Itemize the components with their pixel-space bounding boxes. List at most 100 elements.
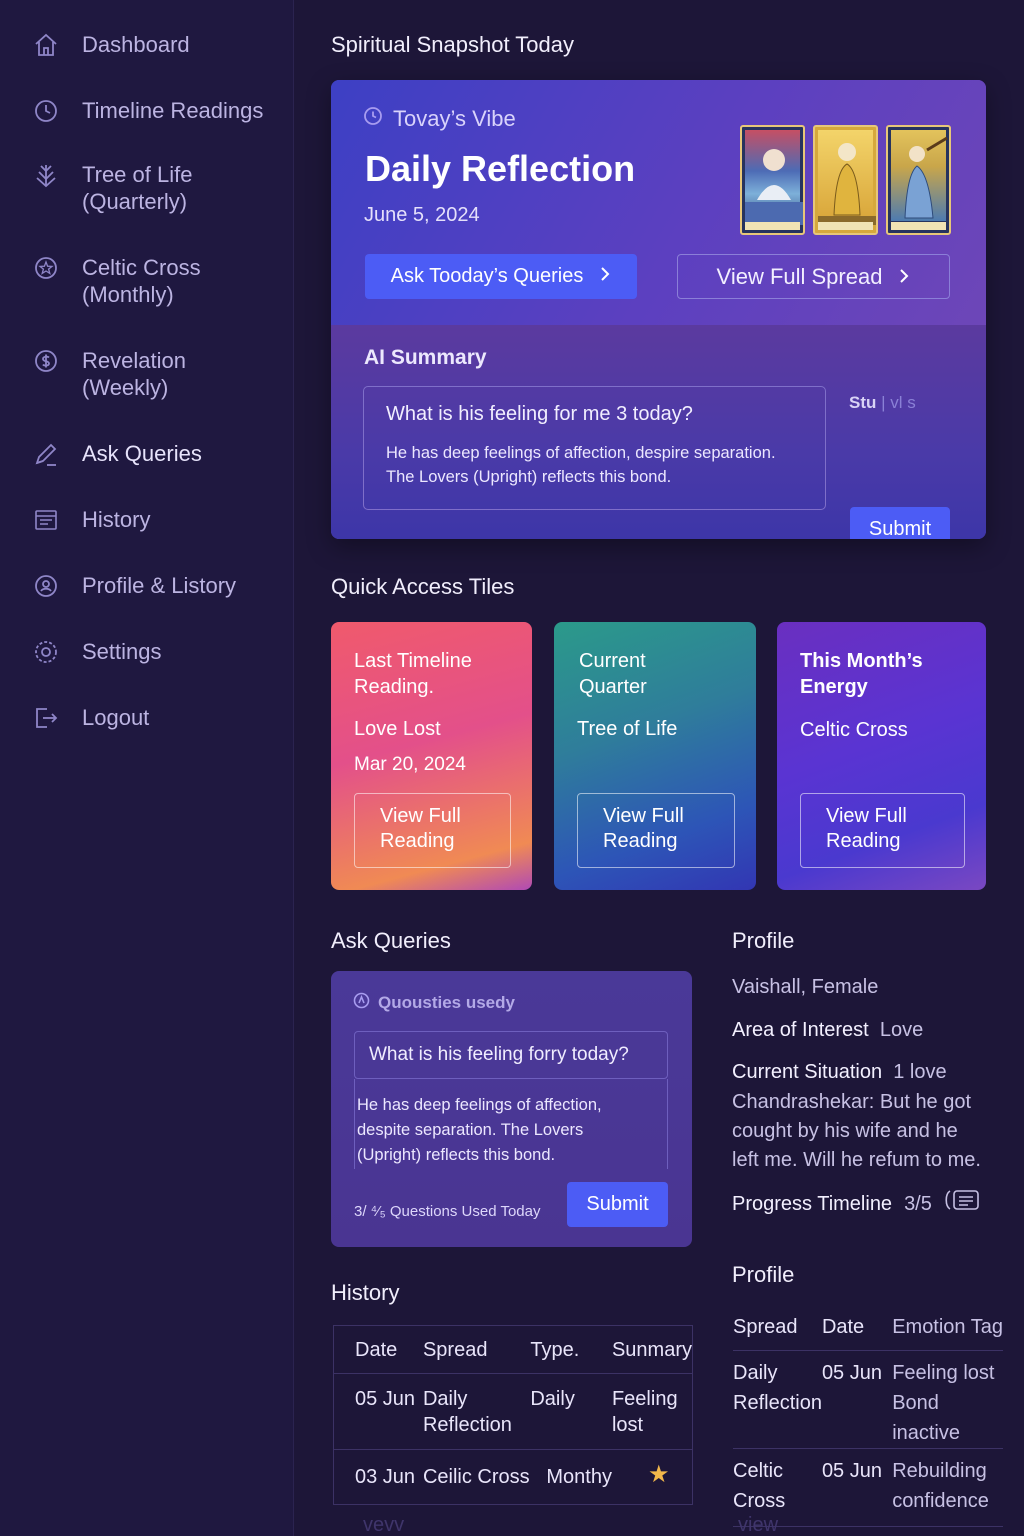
cell-date: 05 Jun: [355, 1388, 416, 1410]
column-header: Emotion Tag: [892, 1316, 1003, 1338]
chevron-right-icon: [599, 265, 611, 288]
profile-interest: Area of Interest Love: [732, 1016, 923, 1045]
status-text: Stu | vl s: [849, 393, 916, 413]
query-input[interactable]: What is his feeling forry today?: [354, 1031, 668, 1079]
tarot-card[interactable]: [740, 125, 805, 235]
snapshot-section-title: Spiritual Snapshot Today: [331, 32, 574, 57]
sidebar-item-tree-of-life[interactable]: Tree of Life (Quarterly): [32, 161, 192, 215]
star-circle-icon: [32, 254, 60, 282]
submit-button[interactable]: Submit: [850, 507, 950, 539]
submit-label: Submit: [868, 517, 932, 540]
column-header: Spread: [422, 1339, 488, 1361]
cell-spread: Daily Reflection: [422, 1388, 512, 1436]
tiles-section-title: Quick Access Tiles: [331, 574, 515, 599]
column-header: Spread: [733, 1316, 798, 1338]
tarot-cards: [740, 125, 951, 235]
submit-query-button[interactable]: Submit: [567, 1182, 668, 1227]
tile-this-months-energy[interactable]: This Month’s Energy Celtic Cross View Fu…: [777, 622, 986, 890]
question-text: What is his feeling for me 3 today?: [386, 403, 693, 425]
view-full-spread-button[interactable]: View Full Spread: [677, 254, 950, 299]
sidebar-item-label: Tree of Life (Quarterly): [82, 162, 193, 214]
cell-summary: Feeling lost: [611, 1388, 678, 1436]
profile-table-title: Profile: [732, 1262, 795, 1287]
sidebar-item-settings[interactable]: Settings: [32, 638, 162, 666]
main-content: Spiritual Snapshot Today Tovay’s Vibe Da…: [294, 0, 1024, 1536]
questions-used-count: 3/ ⁴⁄₅ Questions Used Today: [354, 1203, 541, 1220]
profile-spread-table: Spread Date Emotion Tag Daily Reflection…: [733, 1310, 1003, 1527]
tile-title: This Month’s Energy: [800, 650, 923, 698]
sidebar-item-celtic-cross[interactable]: Celtic Cross (Monthly): [32, 254, 201, 308]
cell-type: Daily: [530, 1388, 575, 1410]
ai-summary-title: AI Summary: [364, 346, 487, 369]
cell-emotion-tag: Rebuilding confidence: [892, 1459, 989, 1512]
pencil-icon: [32, 440, 60, 468]
status-text-b: | vl s: [881, 393, 916, 412]
hero-header: Tovay’s Vibe Daily Reflection June 5, 20…: [331, 80, 986, 325]
tile-title: Current Quarter: [579, 650, 647, 698]
ai-summary-box: What is his feeling for me 3 today? He h…: [363, 386, 826, 510]
tile-current-quarter[interactable]: Current Quarter Tree of Life View Full R…: [554, 622, 756, 890]
situation-value: 1 love: [893, 1061, 947, 1083]
sidebar-item-history[interactable]: History: [32, 506, 150, 534]
sidebar-item-logout[interactable]: Logout: [32, 704, 149, 732]
profile-section-title: Profile: [732, 928, 795, 953]
ask-todays-queries-button[interactable]: Ask Tooday’s Queries: [365, 254, 637, 299]
questions-used-text: Quousties usedy: [378, 993, 515, 1012]
sidebar-item-dashboard[interactable]: Dashboard: [32, 31, 190, 59]
situation-text: Chandrashekar: But he got cought by his …: [732, 1091, 981, 1171]
sidebar-item-revelation[interactable]: Revelation (Weekly): [32, 347, 186, 401]
home-icon: [32, 31, 60, 59]
ask-queries-card: Quousties usedy What is his feeling forr…: [331, 971, 692, 1247]
table-header-row: Spread Date Emotion Tag: [733, 1310, 1003, 1350]
vibe-label: Tovay’s Vibe: [363, 106, 516, 132]
cell-spread: Daily Reflection: [733, 1361, 822, 1414]
table-row[interactable]: 03 Jun Ceilic Cross Monthy ★: [333, 1449, 693, 1505]
history-table: Date Spread Type. Sunmary 05 Jun Daily R…: [333, 1325, 693, 1505]
column-header: Sunmary: [611, 1339, 692, 1361]
star-icon: ★: [647, 1461, 670, 1488]
ask-todays-queries-label: Ask Tooday’s Queries: [390, 265, 584, 287]
table-row[interactable]: Daily Reflection 05 Jun Feeling lost Bon…: [733, 1350, 1003, 1448]
view-full-reading-button[interactable]: View Full Reading: [800, 793, 965, 868]
column-header: Type.: [530, 1339, 580, 1361]
view-full-reading-button[interactable]: View Full Reading: [577, 793, 735, 868]
timeline-list-icon: [944, 1188, 980, 1221]
clock-icon: [32, 97, 60, 125]
interest-value: Love: [879, 1019, 924, 1041]
sidebar-item-timeline-readings[interactable]: Timeline Readings: [32, 97, 263, 125]
query-answer: He has deep feelings of affection, despi…: [354, 1079, 668, 1169]
profile-view-link[interactable]: view: [738, 1514, 778, 1536]
sidebar-item-label: Celtic Cross (Monthly): [82, 255, 201, 307]
hero-date: June 5, 2024: [364, 204, 480, 226]
cell-date: 03 Jun: [355, 1466, 416, 1488]
dollar-circle-icon: [32, 347, 60, 375]
situation-label: Current Situation: [732, 1061, 883, 1083]
tarot-card[interactable]: [886, 125, 951, 235]
gear-icon: [32, 638, 60, 666]
history-view-link[interactable]: vevv: [363, 1514, 404, 1536]
tile-last-timeline[interactable]: Last Timeline Reading. Love Lost Mar 20,…: [331, 622, 532, 890]
table-row[interactable]: 05 Jun Daily Reflection Daily Feeling lo…: [333, 1373, 693, 1450]
table-header-row: Date Spread Type. Sunmary: [334, 1326, 693, 1374]
profile-name: Vaishall, Female: [732, 976, 879, 998]
interest-label: Area of Interest: [732, 1019, 869, 1041]
sidebar: Dashboard Timeline Readings Tree of Life…: [0, 0, 294, 1536]
clock-icon: [363, 106, 383, 132]
tile-subtitle: Celtic Cross: [800, 719, 908, 741]
view-full-reading-button[interactable]: View Full Reading: [354, 793, 511, 868]
tile-title: Last Timeline Reading.: [354, 650, 472, 698]
sidebar-item-profile[interactable]: Profile & Listory: [32, 572, 236, 600]
tarot-card[interactable]: [813, 125, 878, 235]
sidebar-item-ask-queries[interactable]: Ask Queries: [32, 440, 202, 468]
column-header: Date: [821, 1316, 865, 1338]
status-text-a: Stu: [849, 393, 877, 412]
answer-text: He has deep feelings of affection, despi…: [386, 444, 776, 486]
history-calendar-icon: [32, 506, 60, 534]
sidebar-item-label: Ask Queries: [82, 441, 202, 466]
cell-date: 05 Jun: [821, 1459, 882, 1482]
daily-reflection-card: Tovay’s Vibe Daily Reflection June 5, 20…: [331, 80, 986, 539]
sidebar-item-label: History: [82, 507, 151, 532]
ask-section-title: Ask Queries: [331, 928, 451, 953]
cell-date: 05 Jun: [821, 1361, 882, 1384]
tree-arrow-icon: [32, 161, 60, 189]
